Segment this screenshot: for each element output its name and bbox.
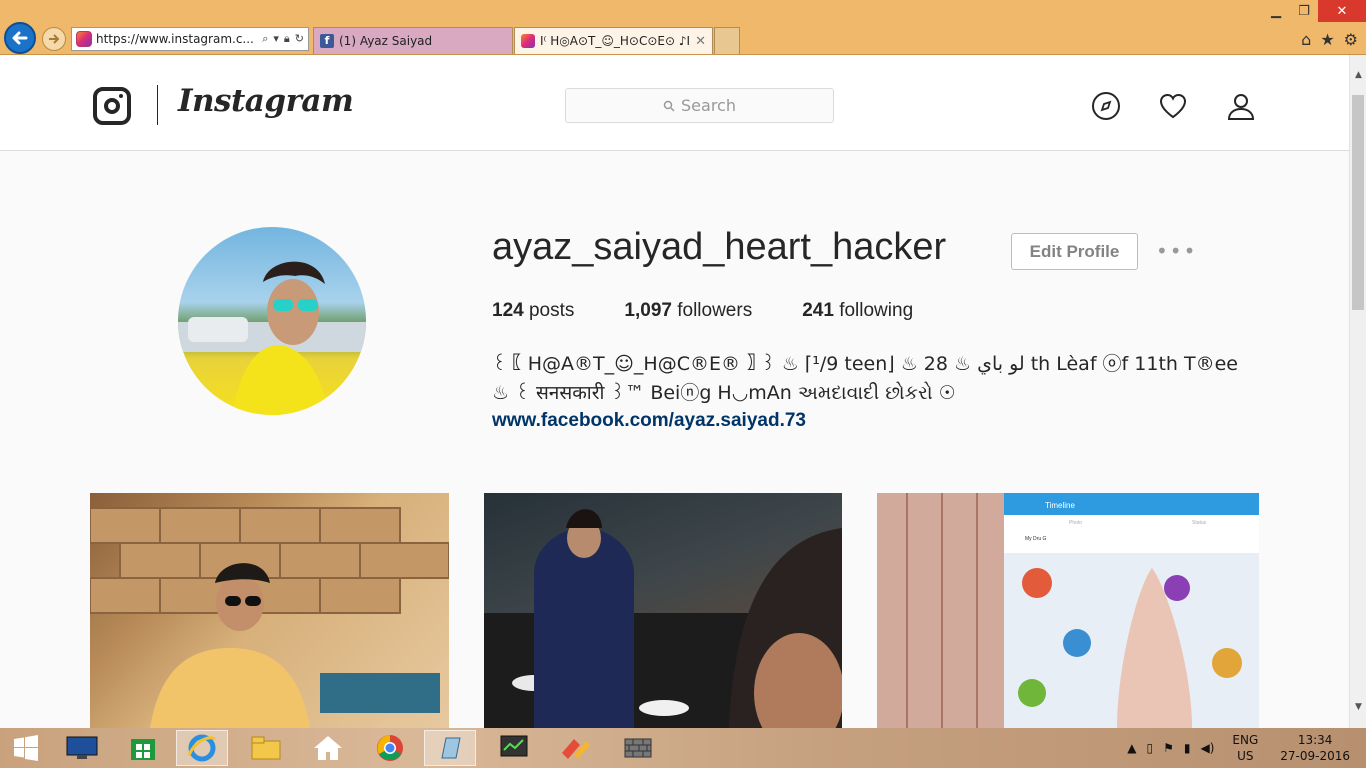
profile-website-link[interactable]: www.facebook.com/ayaz.saiyad.73 <box>492 410 806 432</box>
windows-logo-icon <box>14 735 38 761</box>
show-hidden-icons-icon[interactable]: ▲ <box>1127 741 1136 755</box>
posts-stat: 124 posts <box>492 300 574 322</box>
file-explorer-icon[interactable] <box>240 730 292 766</box>
lang-code: ENG <box>1232 733 1259 747</box>
tab-facebook[interactable]: f (1) Ayaz Saiyad <box>313 27 513 54</box>
notes-app-icon[interactable] <box>424 730 476 766</box>
network-signal-icon[interactable]: ▮ <box>1184 741 1191 755</box>
profile-username: ayaz_saiyad_heart_hacker <box>492 226 947 268</box>
followers-label: followers <box>677 300 753 321</box>
followers-count: 1,097 <box>624 300 672 321</box>
following-count: 241 <box>802 300 834 321</box>
timeline-user-name: My Dru G <box>1025 536 1047 542</box>
bio-line-1: ꒰〖 H@A®T_☺_H@C®E® 〗꒱ ♨ ⌈¹/9 teen⌋ ♨ 28 ♨… <box>492 353 1238 375</box>
start-button[interactable] <box>0 730 52 766</box>
clock-date: 27-09-2016 <box>1280 749 1350 763</box>
address-url[interactable]: https://www.instagram.c... <box>96 32 258 46</box>
back-arrow-icon <box>12 31 28 45</box>
windows-taskbar: ▲ ▯ ⚑ ▮ ◀) ENG US 13:34 27-09-2016 <box>0 728 1366 768</box>
chrome-icon[interactable] <box>364 730 416 766</box>
restore-button[interactable]: ❐ <box>1290 0 1318 22</box>
followers-stat[interactable]: 1,097 followers <box>624 300 752 322</box>
avatar-photo <box>178 261 366 415</box>
scroll-up-arrow-icon[interactable]: ▲ <box>1350 67 1366 84</box>
post-photo <box>484 509 842 728</box>
clock[interactable]: 13:34 27-09-2016 <box>1280 732 1350 764</box>
search-icon <box>663 100 675 112</box>
more-options-button[interactable]: ••• <box>1156 239 1197 263</box>
clock-time: 13:34 <box>1297 733 1333 747</box>
facebook-favicon-icon: f <box>320 34 334 48</box>
profile-stats: 124 posts 1,097 followers 241 following <box>492 300 913 322</box>
close-window-button[interactable]: ✕ <box>1318 0 1366 22</box>
battery-icon[interactable]: ▯ <box>1146 741 1153 755</box>
lock-icon[interactable]: 🔒︎ <box>284 32 290 46</box>
bio-line-2: ♨ ꒰ सनसकारी ꒱™ Beiⓝg H◡mAn અમદાવાદી છોકર… <box>492 382 956 404</box>
instagram-header: Instagram Search <box>0 55 1349 151</box>
search-icon[interactable]: ⌕ <box>262 32 268 46</box>
language-indicator[interactable]: ENG US <box>1232 732 1258 764</box>
tab-label: (1) Ayaz Saiyad <box>339 34 433 48</box>
close-tab-icon[interactable]: ✕ <box>695 34 706 49</box>
instagram-wordmark[interactable]: Instagram <box>178 83 354 119</box>
settings-gear-icon[interactable]: ⚙ <box>1344 30 1358 49</box>
volume-icon[interactable]: ◀) <box>1200 741 1214 755</box>
post-thumbnail[interactable]: Timeline Photo Status My Dru G <box>877 493 1259 728</box>
following-label: following <box>839 300 914 321</box>
instagram-camera-icon[interactable] <box>93 87 131 125</box>
profile-user-icon[interactable] <box>1225 90 1257 122</box>
address-bar[interactable]: https://www.instagram.c... ⌕ ▾ 🔒︎ ↻ <box>71 27 309 51</box>
page-scrollbar[interactable]: ▲ ▼ <box>1349 55 1366 728</box>
posts-label: posts <box>528 300 575 321</box>
forward-arrow-icon <box>49 34 60 44</box>
timeline-tab-status: Status <box>1192 520 1207 526</box>
region-code: US <box>1237 749 1254 763</box>
tab-label: I⁽ H◎A⊙T_☺_H⊙C⊙E⊙ ♪I... <box>540 34 690 48</box>
logo-divider <box>157 85 158 125</box>
store-icon[interactable] <box>117 730 169 766</box>
explore-compass-icon[interactable] <box>1090 90 1122 122</box>
profile-bio: ꒰〖 H@A®T_☺_H@C®E® 〗꒱ ♨ ⌈¹/9 teen⌋ ♨ 28 ♨… <box>492 350 1272 408</box>
edit-profile-button[interactable]: Edit Profile <box>1011 233 1138 270</box>
post-thumbnail[interactable] <box>90 493 449 728</box>
following-stat[interactable]: 241 following <box>802 300 913 322</box>
internet-explorer-icon[interactable] <box>176 730 228 766</box>
timeline-tab-photo: Photo <box>1069 520 1082 526</box>
refresh-icon[interactable]: ↻ <box>295 32 304 46</box>
search-placeholder: Search <box>681 96 736 115</box>
post-thumbnail[interactable] <box>484 493 842 728</box>
post-photo <box>90 507 449 728</box>
utility-app-icon[interactable] <box>550 730 602 766</box>
dropdown-icon[interactable]: ▾ <box>273 32 279 46</box>
instagram-favicon-icon <box>76 31 92 47</box>
favorites-star-icon[interactable]: ★ <box>1320 30 1334 49</box>
system-tray: ▲ ▯ ⚑ ▮ ◀) ENG US 13:34 27-09-2016 <box>1127 728 1366 768</box>
minimize-button[interactable]: ▁ <box>1262 0 1290 22</box>
activity-heart-icon[interactable] <box>1157 90 1189 122</box>
scroll-thumb[interactable] <box>1352 95 1364 310</box>
lenovo-app-icon[interactable] <box>56 730 108 766</box>
forward-button[interactable] <box>42 27 66 51</box>
home-icon[interactable] <box>302 730 354 766</box>
new-tab-button[interactable] <box>714 27 740 54</box>
instagram-favicon-icon <box>521 34 535 48</box>
action-center-icon[interactable]: ⚑ <box>1163 741 1174 755</box>
task-manager-icon[interactable] <box>488 730 540 766</box>
back-button[interactable] <box>4 22 36 54</box>
firewall-app-icon[interactable] <box>612 730 664 766</box>
browser-chrome: ▁ ❐ ✕ https://www.instagram.c... ⌕ ▾ 🔒︎ … <box>0 0 1366 55</box>
home-icon[interactable]: ⌂ <box>1301 30 1311 49</box>
timeline-title: Timeline <box>1045 501 1075 510</box>
search-input[interactable]: Search <box>565 88 834 123</box>
posts-count: 124 <box>492 300 524 321</box>
tab-instagram[interactable]: I⁽ H◎A⊙T_☺_H⊙C⊙E⊙ ♪I... ✕ <box>514 27 713 54</box>
post-photo: Timeline Photo Status My Dru G <box>877 493 1259 728</box>
scroll-down-arrow-icon[interactable]: ▼ <box>1350 699 1366 716</box>
profile-avatar[interactable] <box>178 227 366 415</box>
